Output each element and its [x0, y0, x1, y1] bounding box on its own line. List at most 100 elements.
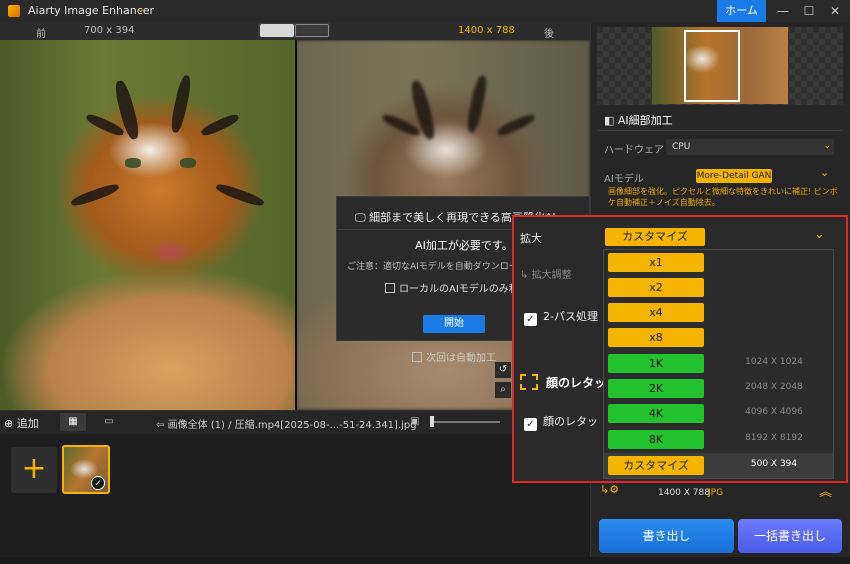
model-description: 画像細部を強化。ピクセルと微細な特徴をきれいに補正! ピンボケ自動補正＋ノイズ自… — [608, 187, 838, 207]
auto-process-checkbox[interactable]: 次回は自動加工 — [412, 349, 496, 364]
chevron-down-icon[interactable]: ⌄ — [820, 166, 829, 179]
dropdown-item-x4[interactable]: x4 — [604, 300, 833, 325]
section-title: ◧ AI細部加工 — [604, 112, 673, 128]
checkbox-icon: ✓ — [524, 418, 537, 431]
face-retouch-title: 顔のレタッ — [546, 376, 607, 390]
dialog-note: ご注意：適切なAIモデルを自動ダウンロー — [347, 262, 518, 272]
output-size: 1400 X 788 — [658, 488, 710, 498]
item-dimension: 500 X 394 — [750, 459, 798, 469]
rotate-icon[interactable]: ↺ — [495, 362, 511, 378]
hardware-label: ハードウェア — [604, 145, 664, 156]
add-label: 追加 — [16, 417, 39, 430]
before-label: 前 — [36, 29, 46, 40]
hardware-select[interactable]: CPU ⌄ — [666, 139, 834, 155]
dropdown-item-x2[interactable]: x2 — [604, 275, 833, 300]
two-pass-label: 2-パス処理 — [543, 310, 598, 323]
dropdown-item-custom[interactable]: カスタマイズ 500 X 394 — [604, 453, 833, 478]
split-view-button[interactable] — [260, 24, 294, 37]
checkbox-icon: ✓ — [524, 313, 537, 326]
output-settings-row[interactable]: ↳⚙ 1400 X 788 JPG ︽ — [598, 481, 842, 505]
model-label: AIモデル — [604, 174, 644, 185]
item-dimension: 8192 X 8192 — [745, 433, 803, 443]
chevron-down-icon[interactable]: ⌄ — [136, 2, 145, 15]
two-pass-checkbox[interactable]: ✓ 2-パス処理 — [524, 308, 598, 326]
upscale-dropdown-menu: x1 x2 x4 x8 1K 1024 X 1024 2K 2048 X 204… — [603, 249, 834, 479]
grid-view-button[interactable]: ▦ — [60, 413, 86, 431]
dropdown-item-1k[interactable]: 1K 1024 X 1024 — [604, 351, 833, 376]
dropdown-item-8k[interactable]: 8K 8192 X 8192 — [604, 427, 833, 452]
dropdown-item-2k[interactable]: 2K 2048 X 2048 — [604, 376, 833, 401]
add-icon: ⊕ — [4, 417, 14, 430]
item-label: x1 — [608, 253, 704, 272]
check-icon: ✓ — [91, 476, 105, 490]
item-label: 4K — [608, 404, 704, 423]
status-bar — [0, 557, 850, 564]
back-arrow-icon[interactable]: ⇦ — [156, 420, 164, 431]
face-retouch-section: 顔のレタッ — [520, 374, 606, 391]
auto-process-label: 次回は自動加工 — [426, 353, 496, 364]
compare-divider[interactable] — [295, 40, 297, 410]
strip-view-button[interactable]: ▭ — [96, 413, 122, 431]
item-label: 2K — [608, 379, 704, 398]
zoom-slider[interactable] — [430, 421, 500, 423]
local-model-label: ローカルのAIモデルのみ利 — [399, 284, 519, 295]
app-logo-icon — [8, 5, 20, 17]
breadcrumb: ⇦ 画像全体 (1) / 圧縮.mp4[2025-08-...-51-24.34… — [156, 416, 417, 431]
export-button[interactable]: 書き出し — [599, 519, 734, 553]
chevron-up-icon[interactable]: ︽ — [819, 481, 832, 500]
after-size: 1400 x 788 — [458, 25, 515, 36]
output-format: JPG — [708, 488, 724, 498]
checkbox-icon — [412, 352, 422, 362]
home-button[interactable]: ホーム — [717, 0, 766, 22]
item-dimension: 1024 X 1024 — [745, 357, 803, 367]
model-select[interactable]: More-Detail GAN v3 — [696, 169, 772, 195]
add-image-tile[interactable]: + — [11, 447, 57, 493]
breadcrumb-text: 画像全体 (1) / 圧縮.mp4[2025-08-...-51-24.341]… — [167, 420, 417, 431]
image-icon: ▣ — [410, 416, 420, 427]
app-window: Aiarty Image Enhancer ⌄ ホーム — ☐ ✕ 前 700 … — [0, 0, 850, 564]
corner-arrow-icon: ↳ — [520, 270, 529, 281]
zoom-icon[interactable]: ⌕ — [495, 382, 511, 398]
hardware-value: CPU — [672, 142, 691, 152]
chevron-down-icon: ⌄ — [823, 141, 831, 151]
after-label: 後 — [544, 29, 554, 40]
zoom-slider-handle[interactable] — [430, 416, 434, 427]
view-mode-toggle — [258, 23, 330, 38]
batch-export-button[interactable]: 一括書き出し — [738, 519, 842, 553]
item-dimension: 4096 X 4096 — [745, 407, 803, 417]
upscale-label: 拡大 — [520, 232, 542, 245]
item-label: x4 — [608, 303, 704, 322]
item-label: カスタマイズ — [608, 456, 704, 475]
side-by-side-button[interactable] — [295, 24, 329, 37]
minimize-icon[interactable]: — — [770, 2, 796, 20]
dropdown-item-x1[interactable]: x1 — [604, 250, 833, 275]
enhance-icon: ◧ — [604, 114, 615, 127]
section-divider — [597, 130, 843, 131]
face-retouch-label: 顔のレタッ — [543, 415, 598, 428]
gear-icon: ↳⚙ — [600, 483, 620, 496]
chevron-down-icon[interactable]: ⌄ — [814, 227, 825, 242]
item-label: 1K — [608, 354, 704, 373]
upscale-adjust-label: 拡大調整 — [531, 270, 572, 281]
add-button[interactable]: ⊕ 追加 — [4, 415, 39, 431]
preview-viewport-frame[interactable] — [684, 30, 740, 102]
local-model-checkbox[interactable]: ローカルのAIモデルのみ利 — [385, 280, 519, 295]
upscale-adjust: ↳ 拡大調整 — [520, 266, 572, 281]
face-icon — [520, 374, 538, 390]
dropdown-item-x8[interactable]: x8 — [604, 325, 833, 350]
close-icon[interactable]: ✕ — [822, 2, 848, 20]
dropdown-item-4k[interactable]: 4K 4096 X 4096 — [604, 401, 833, 426]
original-image — [0, 40, 296, 410]
upscale-select[interactable]: カスタマイズ — [605, 228, 705, 246]
monitor-icon: 🖵 — [355, 211, 366, 224]
section-title-text: AI細部加工 — [617, 114, 673, 127]
item-dimension: 2048 X 2048 — [745, 382, 803, 392]
item-label: x8 — [608, 328, 704, 347]
checkbox-icon — [385, 283, 395, 293]
start-button[interactable]: 開始 — [423, 315, 485, 333]
maximize-icon[interactable]: ☐ — [796, 2, 822, 20]
item-label: x2 — [608, 278, 704, 297]
face-retouch-checkbox[interactable]: ✓ 顔のレタッ — [524, 413, 598, 431]
item-label: 8K — [608, 430, 704, 449]
before-size: 700 x 394 — [84, 25, 135, 36]
